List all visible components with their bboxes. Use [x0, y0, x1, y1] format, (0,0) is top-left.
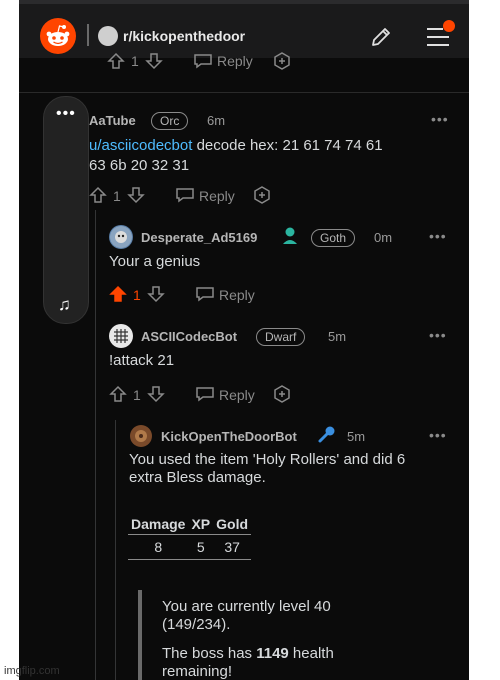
table-header: Damage [131, 516, 186, 532]
blockquote-text: You are currently level 40 (149/234). [162, 598, 331, 634]
comment-body: You used the item 'Holy Rollers' and did… [129, 451, 459, 487]
downvote-icon[interactable] [147, 285, 165, 303]
more-options-icon[interactable]: ••• [431, 111, 449, 127]
reply-label[interactable]: Reply [217, 53, 253, 69]
top-app-bar: r/kickopenthedoor [19, 0, 469, 58]
pencil-icon[interactable] [369, 25, 393, 49]
divider [19, 92, 469, 93]
comment-actions: 1 Reply [89, 186, 309, 206]
reply-label[interactable]: Reply [219, 287, 255, 303]
header-separator [87, 24, 89, 46]
user-avatar[interactable] [109, 225, 133, 249]
comment-time: 0m [374, 230, 393, 245]
imgflip-watermark: imgflip.com [4, 665, 60, 677]
comment-time: 6m [207, 113, 226, 128]
vote-count: 1 [131, 53, 139, 69]
reddit-app-screen: r/kickopenthedoor 1 Reply ••• ♫ AaTube O… [19, 0, 469, 680]
previous-comment-actions: 1 Reply [107, 52, 307, 72]
comment-time: 5m [347, 429, 366, 444]
table-header: Gold [216, 516, 249, 532]
table-cell: 8 [154, 539, 163, 555]
comment-text: !attack 21 [109, 352, 175, 369]
comment-author[interactable]: ASCIICodecBot [141, 329, 237, 344]
table-cell: 5 [196, 539, 205, 555]
user-flair: Orc [151, 112, 189, 130]
comment-text: 63 6b 20 32 31 [89, 157, 190, 174]
more-icon[interactable]: ••• [56, 105, 76, 123]
stats-table: Damage XP Gold 8 5 37 [128, 514, 252, 560]
comment-text: decode hex: 21 61 74 74 61 [192, 137, 383, 154]
comment-body: u/asciicodecbot decode hex: 21 61 74 74 … [89, 136, 459, 176]
upvote-icon[interactable] [89, 186, 107, 204]
blockquote-bar [138, 590, 142, 680]
comment-actions: 1 Reply [109, 385, 329, 405]
comment-text: extra Bless damage. [129, 469, 266, 486]
flair-emoji-icon [283, 227, 297, 244]
comment-time: 5m [328, 329, 347, 344]
thread-line [115, 420, 116, 680]
floating-overlay-pill[interactable]: ••• ♫ [43, 96, 89, 324]
upvote-active-icon[interactable] [109, 285, 127, 303]
more-options-icon[interactable]: ••• [429, 228, 447, 244]
quote-line: remaining! [162, 663, 233, 680]
vote-count: 1 [133, 287, 141, 303]
reply-label[interactable]: Reply [219, 387, 255, 403]
notification-dot [443, 20, 455, 32]
thread-line [95, 210, 96, 680]
table-row: 8 5 37 [128, 535, 252, 560]
table-cell: 37 [224, 539, 240, 555]
table-header-row: Damage XP Gold [128, 514, 252, 535]
subreddit-name[interactable]: r/kickopenthedoor [123, 28, 245, 44]
reply-icon[interactable] [195, 286, 215, 302]
comment-text: You used the item 'Holy Rollers' and did… [129, 451, 406, 468]
more-options-icon[interactable]: ••• [429, 427, 447, 443]
user-flair: Dwarf [256, 328, 306, 346]
award-icon[interactable] [253, 186, 271, 204]
upvote-icon[interactable] [109, 385, 127, 403]
quote-line: (149/234). [162, 616, 231, 633]
boss-health-value: 1149 [256, 645, 289, 662]
subreddit-icon[interactable] [98, 26, 118, 46]
reply-icon[interactable] [193, 53, 213, 69]
award-icon[interactable] [273, 52, 291, 70]
user-avatar[interactable] [129, 424, 153, 448]
comment-text: Your a genius [109, 253, 201, 270]
music-note-icon[interactable]: ♫ [58, 295, 71, 315]
table-header: XP [191, 516, 211, 532]
quote-line: health [288, 645, 334, 662]
more-options-icon[interactable]: ••• [429, 327, 447, 343]
user-flair: Goth [311, 229, 356, 247]
blockquote-text: The boss has 1149 health remaining! [162, 645, 334, 680]
reddit-logo-icon[interactable] [40, 18, 76, 54]
quote-line: The boss has [162, 645, 257, 662]
reply-icon[interactable] [175, 187, 195, 203]
user-avatar[interactable] [109, 324, 133, 348]
downvote-icon[interactable] [147, 385, 165, 403]
downvote-icon[interactable] [145, 52, 163, 70]
comment-author[interactable]: KickOpenTheDoorBot [161, 429, 297, 444]
vote-count: 1 [133, 387, 141, 403]
comment-author[interactable]: Desperate_Ad5169 [141, 230, 257, 245]
award-icon[interactable] [273, 385, 291, 403]
downvote-icon[interactable] [127, 186, 145, 204]
upvote-icon[interactable] [107, 52, 125, 70]
microphone-emoji-icon [318, 426, 335, 443]
comment-actions: 1 Reply [109, 285, 329, 305]
quote-line: You are currently level 40 [162, 598, 331, 615]
user-mention-link[interactable]: u/asciicodecbot [89, 137, 192, 154]
reply-icon[interactable] [195, 386, 215, 402]
vote-count: 1 [113, 188, 121, 204]
reply-label[interactable]: Reply [199, 188, 235, 204]
comment-author[interactable]: AaTube [89, 113, 136, 128]
